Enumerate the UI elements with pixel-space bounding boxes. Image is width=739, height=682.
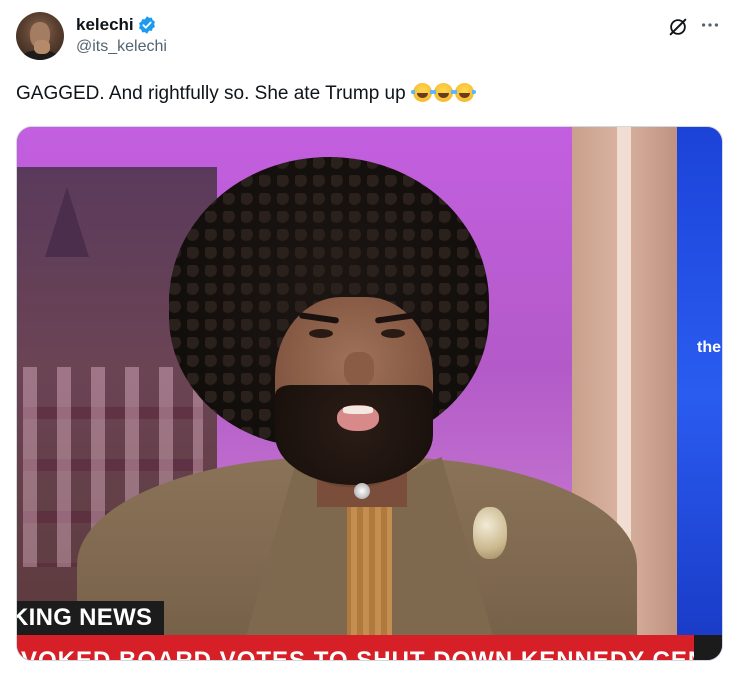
author-display-name[interactable]: kelechi [76, 15, 134, 35]
tweet-header: kelechi @its_kelechi [16, 12, 723, 68]
laughing-crying-emoji-icon [452, 83, 476, 102]
ticker-text: VOKED BOARD VOTES TO SHUT DOWN KENNEDY C… [21, 647, 694, 661]
laughing-crying-emoji-icon [410, 83, 434, 102]
collar-pin [354, 483, 370, 499]
grok-icon[interactable] [667, 16, 689, 38]
avatar[interactable] [16, 12, 64, 60]
author-handle[interactable]: @its_kelechi [76, 37, 167, 57]
news-lower-third: KING NEWS [16, 601, 165, 635]
verified-badge-icon [138, 16, 155, 34]
tweet-media-image[interactable]: the KING NEWS VOKED BOARD VOTES TO SHUT … [16, 126, 723, 661]
lapel-brooch [473, 507, 507, 559]
tweet-text-body: GAGGED. And rightfully so. She ate Trump… [16, 83, 406, 104]
author-name-row: kelechi [76, 14, 157, 36]
news-ticker: VOKED BOARD VOTES TO SHUT DOWN KENNEDY C… [17, 635, 694, 661]
lower-third-label: KING NEWS [16, 604, 153, 631]
laughing-crying-emoji-icon [431, 83, 455, 102]
screen-text: the [697, 339, 721, 356]
tweet-text: GAGGED. And rightfully so. She ate Trump… [16, 82, 723, 106]
background-screen [677, 127, 722, 660]
more-options-icon[interactable] [699, 14, 721, 36]
